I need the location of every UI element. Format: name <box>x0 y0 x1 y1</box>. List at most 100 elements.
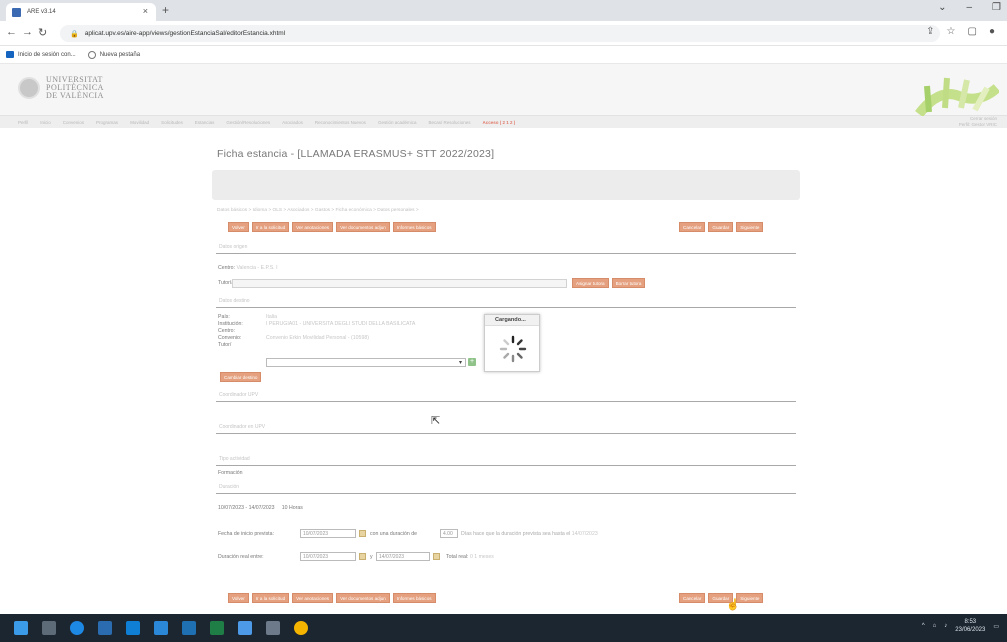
bookmark-item[interactable]: Nueva pestaña <box>87 50 140 59</box>
upv-logo[interactable]: UNIVERSITAT POLITÈCNICA DE VALÈNCIA <box>18 76 104 100</box>
destino-values: Italia I PERUGIA01 - UNIVERSITA DEGLI ST… <box>266 314 415 342</box>
task-view-icon[interactable] <box>42 621 56 635</box>
ir-solicitud-button[interactable]: Ir a la solicitud <box>251 593 290 603</box>
ver-anotaciones-button[interactable]: Ver anotaciones <box>292 593 334 603</box>
share-icon[interactable]: ⇪ <box>926 26 934 37</box>
tutor-select[interactable]: ▾ <box>266 358 466 367</box>
cancelar-button[interactable]: Cancelar <box>679 593 706 603</box>
menu-item-becas[interactable]: Becas/ Resoluciones <box>428 120 470 125</box>
duracion-real-start-input[interactable]: 10/07/2023 <box>300 552 356 561</box>
upv-app-icon[interactable] <box>266 621 280 635</box>
browser-tabstrip: ARE v3.14 × + ⌄ – ❐ <box>0 0 1007 21</box>
clock-date: 23/06/2023 <box>955 627 986 633</box>
word-icon[interactable] <box>182 621 196 635</box>
bookmark-star-icon[interactable]: ☆ <box>947 26 956 37</box>
pais-value: Italia <box>266 314 277 320</box>
blurred-header-band <box>212 170 800 200</box>
destino-labels: País: Institución: Centro: Convenio: Tut… <box>218 314 243 349</box>
add-tutor-icon[interactable]: + <box>468 358 476 366</box>
minimize-icon[interactable]: – <box>966 2 972 13</box>
centro-value: Valencia - E.P.S. I <box>236 265 278 271</box>
calendar-icon[interactable] <box>359 553 366 560</box>
section-title: Datos destino <box>219 298 250 304</box>
window-controls: ⌄ – ❐ <box>938 2 1001 13</box>
menu-item-gestion-academica[interactable]: Gestión académica <box>378 120 417 125</box>
fecha-inicio-input[interactable]: 10/07/2023 <box>300 529 356 538</box>
profile-icon[interactable]: ● <box>989 26 995 37</box>
section-title: Coordinador UPV <box>219 392 259 398</box>
section-title: Tipo actividad <box>219 456 250 462</box>
volver-button[interactable]: Volver <box>228 593 249 603</box>
file-explorer-icon[interactable] <box>98 621 112 635</box>
browser-tab[interactable]: ARE v3.14 × <box>6 3 156 21</box>
network-icon[interactable]: ⌂ <box>933 623 937 629</box>
volver-button[interactable]: Volver <box>228 222 249 232</box>
chrome-icon[interactable] <box>294 621 308 635</box>
start-icon[interactable] <box>14 621 28 635</box>
dias-input[interactable]: 4.00 <box>440 529 458 538</box>
app-icon[interactable] <box>238 621 252 635</box>
informes-basicos-button[interactable]: Informes básicos <box>392 593 436 603</box>
menu-item-solicitudes[interactable]: Solicitudes <box>161 120 183 125</box>
duracion-real-label: Duración real entre: <box>218 554 264 560</box>
cambiar-destino-button[interactable]: Cambiar destino <box>220 372 262 382</box>
forward-icon[interactable]: → <box>22 26 33 38</box>
ver-anotaciones-button[interactable]: Ver anotaciones <box>292 222 334 232</box>
clock-time: 8:53 <box>964 619 977 625</box>
calendar-icon[interactable] <box>433 553 440 560</box>
tab-search-icon[interactable]: ⌄ <box>938 2 946 13</box>
sidepanel-icon[interactable]: ▢ <box>968 26 977 37</box>
siguiente-button[interactable]: Siguiente <box>736 222 764 232</box>
menu-item-gestion[interactable]: Gestión/Resoluciones <box>226 120 270 125</box>
menu-item-reconocimientos[interactable]: Reconocimientos Nuevos <box>315 120 366 125</box>
ver-documentos-button[interactable]: Ver documentos adjun <box>336 593 390 603</box>
notifications-icon[interactable]: ▭ <box>993 623 999 630</box>
menu-item-asociados[interactable]: Asociados <box>282 120 303 125</box>
menu-item-acceso[interactable]: Acceso ( 2 1 2 ) <box>483 120 516 125</box>
cambiar-row: Cambiar destino <box>220 372 262 382</box>
section-datos-origen: Datos origen <box>216 242 796 254</box>
new-tab-icon[interactable]: + <box>162 3 169 17</box>
calendar-icon[interactable] <box>359 530 366 537</box>
menu-item-programas[interactable]: Programas <box>96 120 118 125</box>
menu-item-estancias[interactable]: Estancias <box>195 120 215 125</box>
ver-documentos-button[interactable]: Ver documentos adjun <box>336 222 390 232</box>
teams-icon[interactable] <box>154 621 168 635</box>
institucion-label: Institución: <box>218 321 243 327</box>
informes-basicos-button[interactable]: Informes básicos <box>392 222 436 232</box>
page-title: Ficha estancia - [LLAMADA ERASMUS+ STT 2… <box>217 148 495 160</box>
asignar-tutora-button[interactable]: Asignar tutora <box>572 278 609 288</box>
excel-icon[interactable] <box>210 621 224 635</box>
menu-item-inicio[interactable]: Inicio <box>40 120 51 125</box>
tray-chevron-icon[interactable]: ^ <box>922 623 925 629</box>
menu-item-convenios[interactable]: Convenios <box>63 120 84 125</box>
tab-close-icon[interactable]: × <box>143 6 148 16</box>
site-header: UNIVERSITAT POLITÈCNICA DE VALÈNCIA <box>0 64 1007 116</box>
total-real: Total real: 0 1 meses <box>446 554 494 560</box>
duracion-text: con una duración de <box>370 531 418 537</box>
reload-icon[interactable]: ↻ <box>38 26 47 39</box>
address-bar[interactable]: 🔒 aplicat.upv.es/aire-app/views/gestionE… <box>60 25 940 42</box>
menu-item-movilidad[interactable]: Movilidad <box>130 120 149 125</box>
duracion-row: 10/07/2023 - 14/07/2023 10 Horas <box>218 505 303 511</box>
borrar-tutora-button[interactable]: Borrar tutora <box>611 278 646 288</box>
tutoria-input[interactable] <box>232 279 567 288</box>
restore-icon[interactable]: ❐ <box>992 2 1001 13</box>
clock[interactable]: 8:53 23/06/2023 <box>955 618 985 634</box>
duracion-horas: 10 Horas <box>281 505 303 511</box>
siguiente-button[interactable]: Siguiente <box>736 593 764 603</box>
cancelar-button[interactable]: Cancelar <box>679 222 706 232</box>
top-actions-left: Volver Ir a la solicitud Ver anotaciones… <box>228 222 436 232</box>
back-icon[interactable]: ← <box>6 26 17 38</box>
bottom-actions-left: Volver Ir a la solicitud Ver anotaciones… <box>228 593 436 603</box>
duracion-real-end-input[interactable]: 14/07/2023 <box>376 552 430 561</box>
menu-item-perfil[interactable]: Perfil <box>18 120 28 125</box>
volume-icon[interactable]: ♪ <box>944 623 947 629</box>
ir-solicitud-button[interactable]: Ir a la solicitud <box>251 222 290 232</box>
outlook-icon[interactable] <box>126 621 140 635</box>
section-tipo-actividad: Tipo actividad <box>216 454 796 466</box>
guardar-button[interactable]: Guardar <box>708 222 734 232</box>
breadcrumb[interactable]: Datos básicos > Idioma > OLS > Asociados… <box>217 208 419 213</box>
bookmark-item[interactable]: Inicio de sesión con... <box>6 51 76 58</box>
edge-icon[interactable] <box>70 621 84 635</box>
